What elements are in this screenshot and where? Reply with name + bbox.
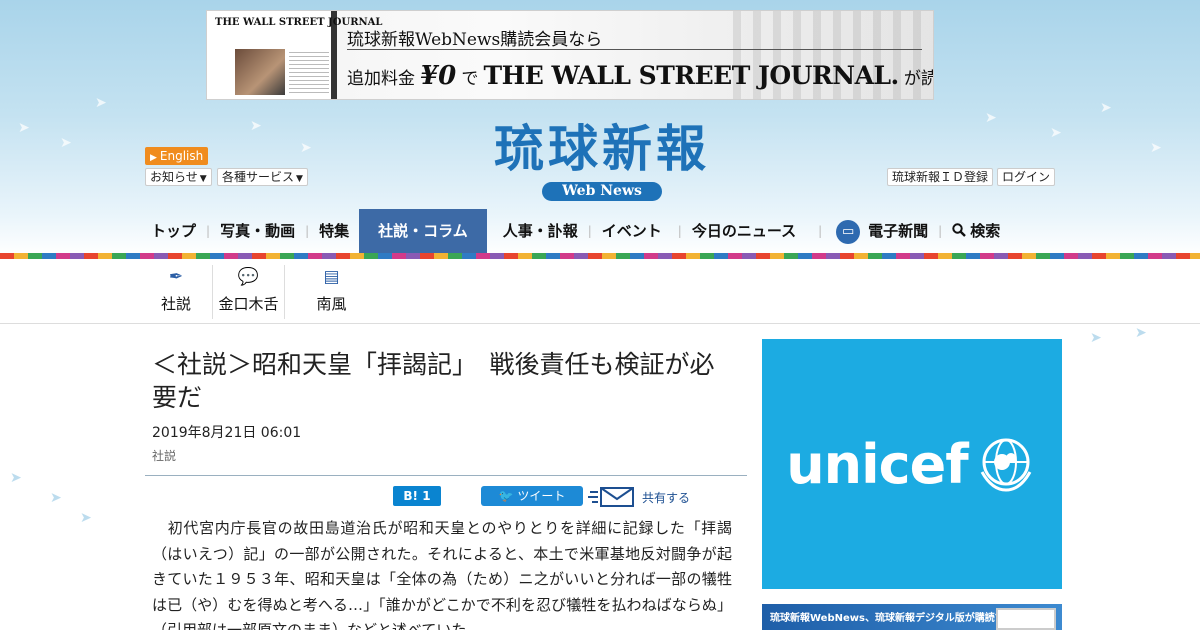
- search-icon: [952, 223, 967, 237]
- subnav-item-haeshi[interactable]: ▤ 南風: [284, 265, 378, 319]
- fish-decoration-icon: ➤: [10, 470, 22, 486]
- fish-decoration-icon: ➤: [18, 120, 30, 136]
- subnav-label: 南風: [316, 295, 347, 313]
- share-label: 共有する: [642, 490, 691, 505]
- banner-photo: [235, 49, 285, 95]
- fish-decoration-icon: ➤: [80, 510, 92, 526]
- banner-suffix: が読める: [903, 69, 933, 89]
- nav-item-personnel-obituary[interactable]: 人事・訃報: [487, 209, 588, 253]
- fish-decoration-icon: ➤: [50, 490, 62, 506]
- english-button[interactable]: ▶ English: [145, 147, 209, 165]
- banner-wsj-logo: THE WALL STREET JOURNAL.: [483, 61, 899, 90]
- english-label: English: [159, 149, 204, 163]
- services-dropdown[interactable]: 各種サービス ▼: [217, 168, 308, 186]
- main-nav: トップ | 写真・動画 | 特集 社説・コラム 人事・訃報 | イベント | 今…: [145, 209, 1055, 253]
- banner-text-lines: [289, 49, 329, 95]
- fish-decoration-icon: ➤: [1050, 125, 1062, 141]
- subnav-item-kinkuchi-bokuzetsu[interactable]: 💬 金口木舌: [212, 265, 284, 319]
- nav-item-e-newspaper[interactable]: ▭ 電子新聞: [822, 209, 938, 253]
- banner-divider: [347, 49, 922, 50]
- services-label: 各種サービス: [222, 170, 295, 184]
- nav-item-photo-video[interactable]: 写真・動画: [210, 209, 305, 253]
- unicef-ad[interactable]: unicef: [762, 339, 1062, 589]
- banner-laptop-image: THE WALL STREET JOURNAL: [207, 11, 383, 99]
- promo-text: 琉球新報WebNews、琉球新報デジタル版が購読できる: [770, 613, 1025, 624]
- nav-item-top[interactable]: トップ: [145, 209, 206, 253]
- nav-item-events[interactable]: イベント: [592, 209, 678, 253]
- caret-down-icon: ▼: [199, 174, 207, 184]
- pen-icon: ✒: [168, 267, 184, 287]
- caret-down-icon: ▼: [296, 174, 303, 184]
- notice-label: お知らせ: [150, 170, 198, 184]
- decorative-wave-band: [0, 253, 1200, 259]
- search-label: 検索: [970, 222, 1001, 240]
- fish-decoration-icon: ➤: [250, 118, 262, 134]
- fish-decoration-icon: ➤: [1150, 140, 1162, 156]
- login-label: ログイン: [1002, 170, 1051, 184]
- column-subnav: ✒ 社説 💬 金口木舌 ▤ 南風: [140, 265, 378, 319]
- hatena-bookmark-button[interactable]: B! 1: [393, 486, 441, 506]
- register-label: 琉球新報ＩＤ登録: [892, 170, 989, 184]
- unicef-globe-icon: [980, 438, 1032, 492]
- message-icon: ▤: [323, 267, 340, 287]
- fish-decoration-icon: ➤: [95, 95, 107, 111]
- play-triangle-icon: ▶: [150, 153, 157, 163]
- logo-kanji: 琉球新報: [494, 119, 710, 178]
- speech-bubble-icon: 💬: [237, 267, 260, 287]
- webnews-promo-ad[interactable]: 琉球新報WebNews、琉球新報デジタル版が購読できる: [762, 604, 1062, 630]
- nav-item-todays-news[interactable]: 今日のニュース: [682, 209, 818, 253]
- tweet-label: ツイート: [517, 489, 566, 503]
- fish-decoration-icon: ➤: [985, 110, 997, 126]
- banner-subline: 追加料金 ¥0 で THE WALL STREET JOURNAL. が読める: [347, 61, 933, 91]
- banner-prefix: 追加料金: [347, 69, 415, 89]
- fish-decoration-icon: ➤: [60, 135, 72, 151]
- subnav-label: 金口木舌: [218, 295, 279, 313]
- hatena-icon: B!: [403, 489, 419, 503]
- subnav-divider: [0, 323, 1200, 324]
- article-body: 初代宮内庁長官の故田島道治氏が昭和天皇とのやりとりを詳細に記録した「拝謁（はいえ…: [152, 519, 732, 630]
- login-button[interactable]: ログイン: [997, 168, 1056, 186]
- fish-decoration-icon: ➤: [1135, 325, 1147, 341]
- notice-dropdown[interactable]: お知らせ ▼: [145, 168, 212, 186]
- fish-decoration-icon: ➤: [1100, 100, 1112, 116]
- article-title: ＜社説＞昭和天皇「拝謁記」 戦後責任も検証が必要だ: [152, 350, 715, 412]
- monitor-icon: ▭: [836, 219, 861, 244]
- promo-screen-image: [996, 608, 1056, 630]
- nav-item-editorial-column[interactable]: 社説・コラム: [359, 209, 487, 253]
- banner-headline: 琉球新報WebNews購読会員なら: [347, 30, 603, 50]
- subnav-item-editorial[interactable]: ✒ 社説: [140, 265, 212, 319]
- article-date: 2019年8月21日 06:01: [152, 425, 302, 441]
- logo-webnews-badge: Web News: [542, 182, 662, 201]
- unicef-wordmark: unicef: [786, 432, 969, 496]
- nav-item-features[interactable]: 特集: [309, 209, 359, 253]
- banner-price: ¥0: [420, 61, 457, 91]
- wsj-banner-ad[interactable]: THE WALL STREET JOURNAL 琉球新報WebNews購読会員な…: [206, 10, 934, 100]
- share-button[interactable]: 共有する: [588, 483, 690, 511]
- nav-item-search[interactable]: 検索: [942, 209, 1010, 253]
- subnav-label: 社説: [160, 295, 191, 313]
- tweet-button[interactable]: 🐦 ツイート: [481, 486, 583, 506]
- fish-decoration-icon: ➤: [300, 140, 312, 156]
- e-newspaper-label: 電子新聞: [868, 222, 929, 240]
- article-category[interactable]: 社説: [152, 447, 176, 464]
- hatena-count: 1: [422, 489, 431, 503]
- register-id-button[interactable]: 琉球新報ＩＤ登録: [887, 168, 994, 186]
- banner-wsj-mini-logo: THE WALL STREET JOURNAL: [215, 17, 383, 28]
- envelope-icon: [588, 487, 634, 507]
- site-logo[interactable]: 琉球新報 Web News: [452, 118, 752, 201]
- banner-de: で: [461, 69, 479, 89]
- article-divider: [145, 475, 747, 476]
- fish-decoration-icon: ➤: [1090, 330, 1102, 346]
- bird-icon: 🐦: [498, 489, 514, 503]
